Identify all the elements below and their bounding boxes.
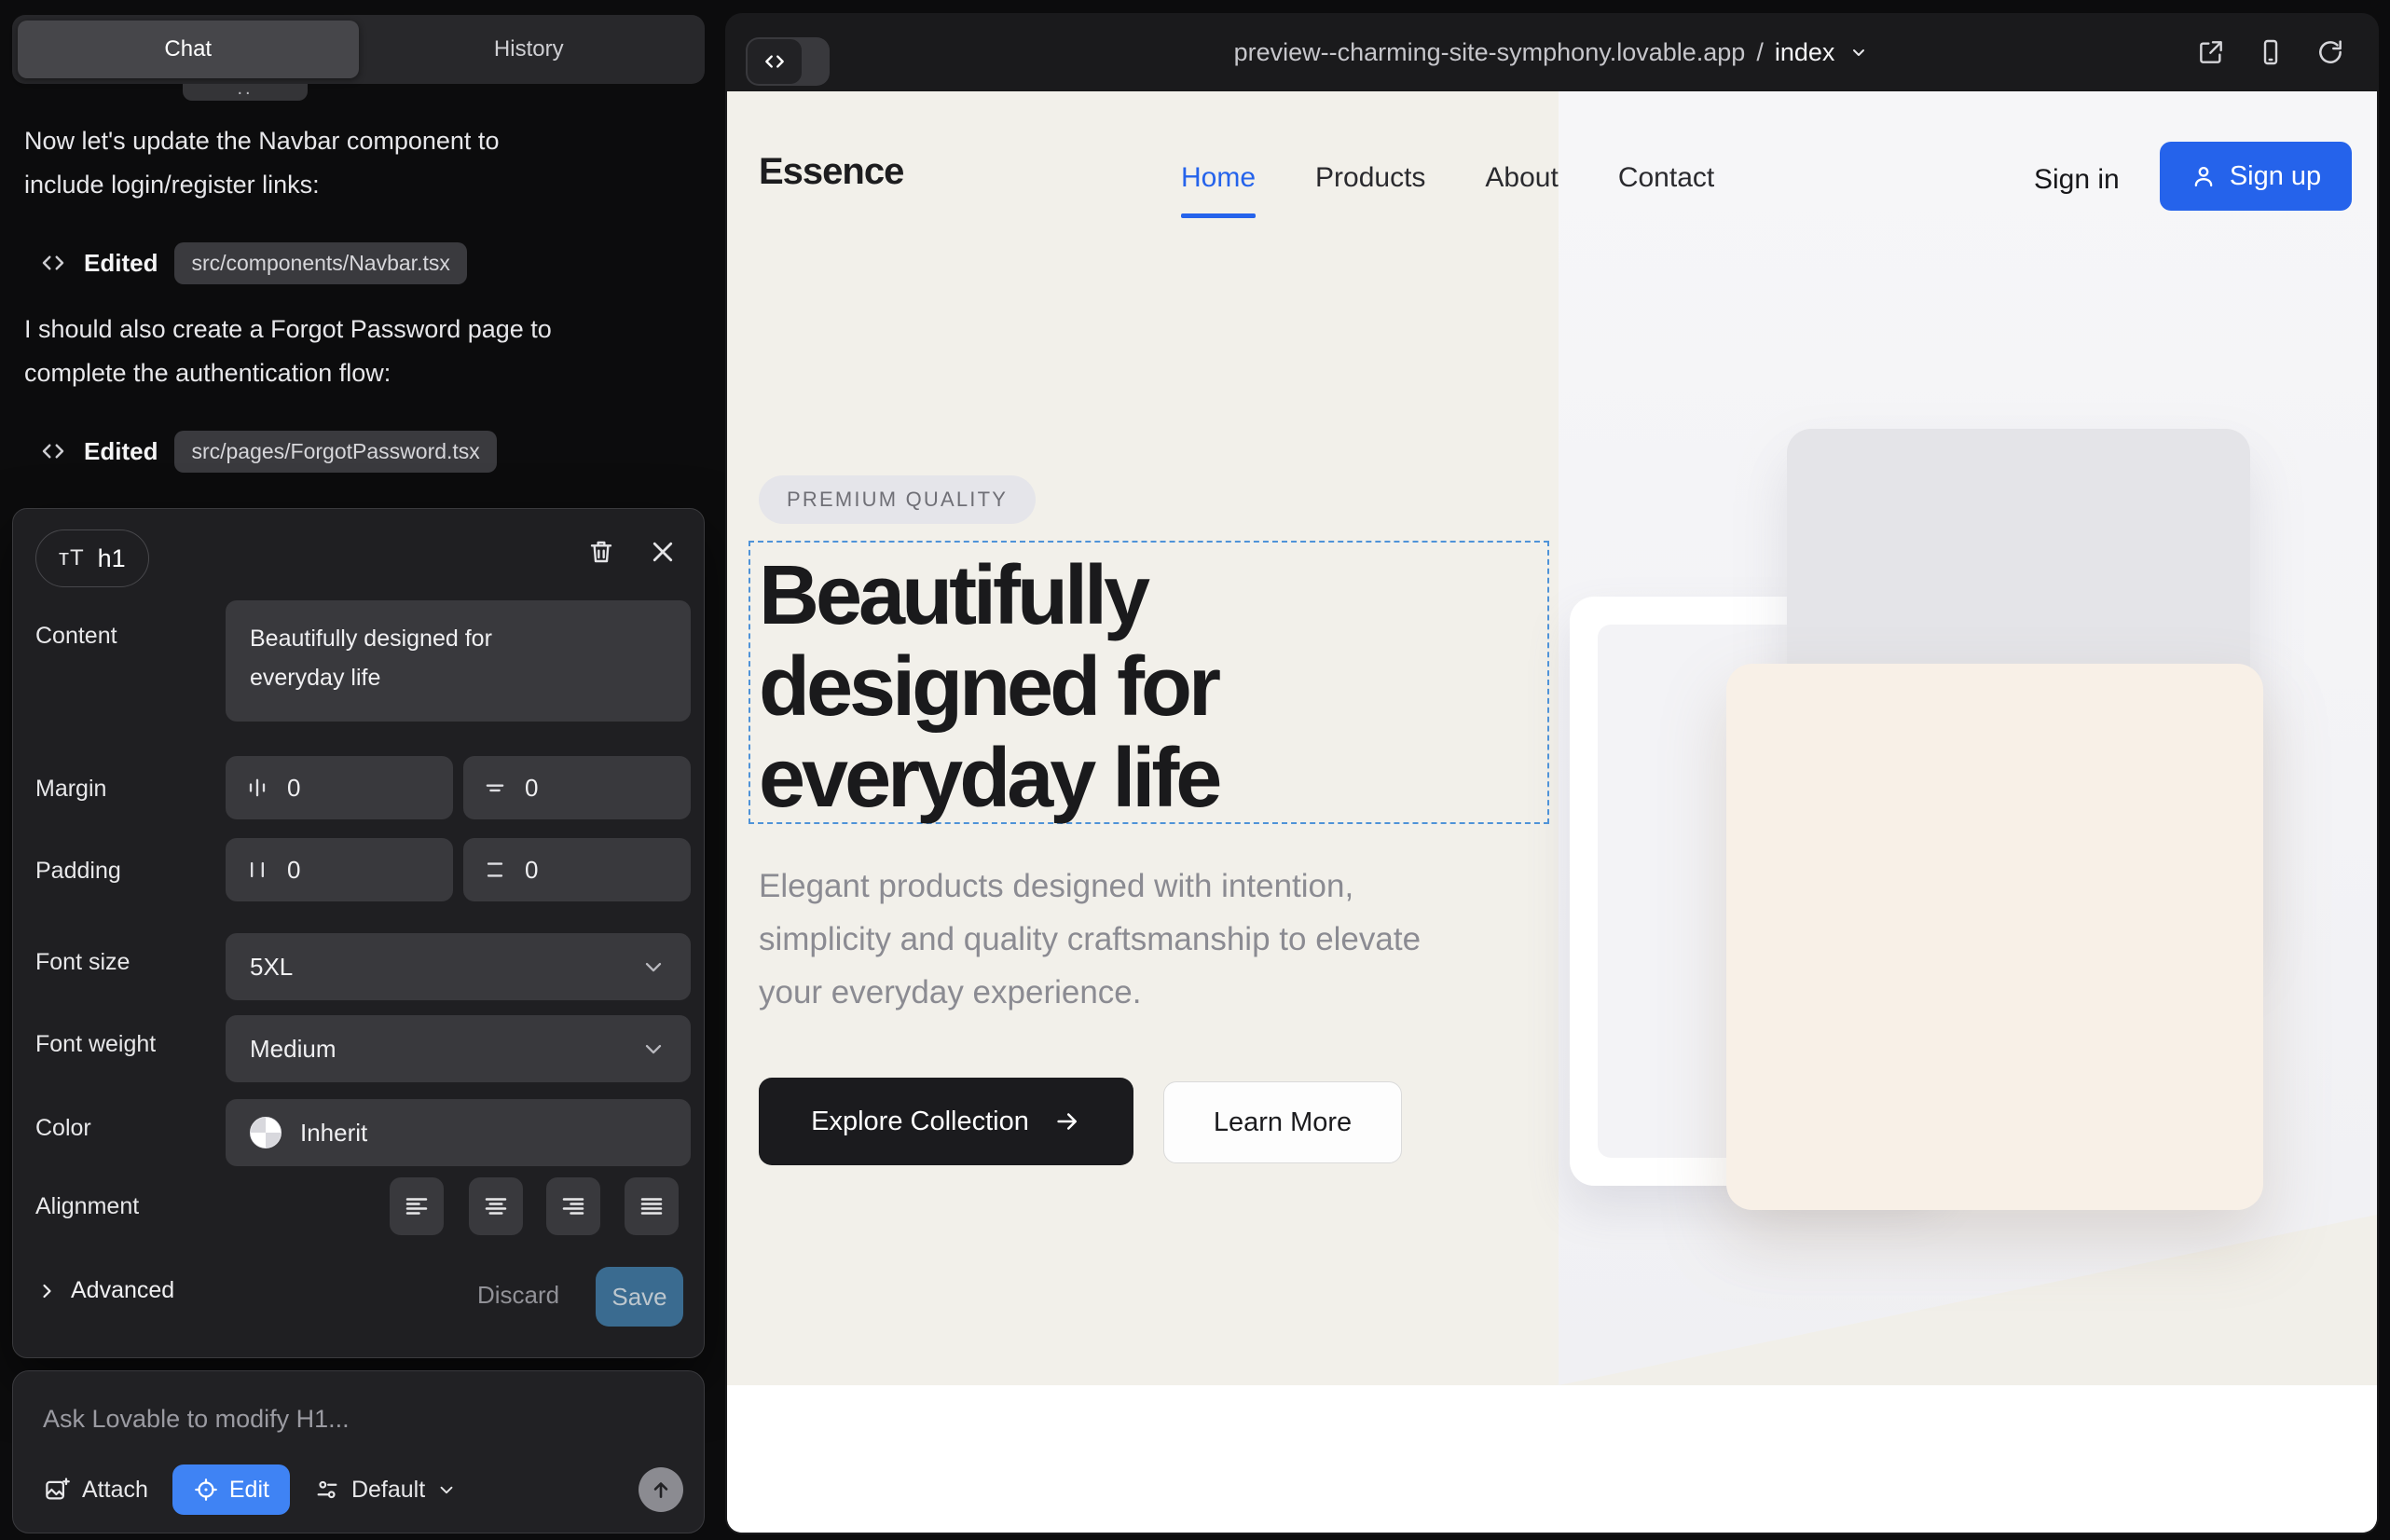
chevron-down-icon [640,954,666,980]
code-icon [39,249,67,277]
close-editor-button[interactable] [646,535,680,569]
trash-icon [586,537,616,567]
margin-label: Margin [35,776,106,803]
app-window: Chat History .. Now let's update the Nav… [0,0,2390,1540]
padding-x-icon [244,857,270,883]
font-weight-label: Font weight [35,1031,156,1058]
margin-x-input[interactable]: 0 [226,756,453,819]
color-swatch [250,1117,282,1148]
external-link-icon [2196,37,2226,67]
color-label: Color [35,1115,91,1142]
scrolled-file-chip: .. [183,84,308,101]
discard-button[interactable]: Discard [477,1281,559,1310]
chevron-down-icon [640,1036,666,1062]
mobile-icon [2256,37,2286,67]
nav-link-about[interactable]: About [1485,162,1558,194]
mobile-view-button[interactable] [2256,37,2286,67]
align-center-icon [482,1192,510,1220]
file-chip[interactable]: src/pages/ForgotPassword.tsx [174,431,496,473]
user-icon [2191,163,2217,189]
hero-paragraph: Elegant products designed with intention… [759,859,1467,1019]
edited-label: Edited [84,249,158,278]
attach-image-icon [43,1476,71,1504]
site-nav: Home Products About Contact [1181,162,1714,194]
sign-up-button[interactable]: Sign up [2160,142,2352,211]
url-domain: preview--charming-site-symphony.lovable.… [1234,38,1746,67]
sign-in-link[interactable]: Sign in [2034,164,2120,196]
chevron-down-icon [1847,41,1870,63]
chevron-down-icon [436,1479,457,1500]
tab-chat[interactable]: Chat [18,21,359,78]
content-input[interactable]: Beautifully designed for everyday life [226,600,691,722]
align-right-icon [559,1192,587,1220]
chat-message: Now let's update the Navbar component to… [24,119,584,207]
content-label: Content [35,623,117,650]
sliders-icon [314,1477,340,1503]
align-left-button[interactable] [390,1177,444,1235]
element-tag: h1 [98,544,126,573]
nav-link-contact[interactable]: Contact [1618,162,1714,194]
font-size-label: Font size [35,949,130,976]
font-size-select[interactable]: 5XL [226,933,691,1000]
delete-element-button[interactable] [584,535,618,569]
attach-button[interactable]: Attach [43,1476,148,1504]
chat-composer: Ask Lovable to modify H1... Attach Edit … [12,1370,705,1533]
file-chip[interactable]: src/components/Navbar.tsx [174,242,466,284]
model-default-select[interactable]: Default [314,1477,457,1504]
save-button[interactable]: Save [596,1267,683,1327]
margin-y-icon [482,775,508,801]
send-button[interactable] [639,1467,683,1512]
element-editor-panel: тT h1 Content Beautifully designed for e… [12,508,705,1358]
margin-y-input[interactable]: 0 [463,756,691,819]
edited-label: Edited [84,437,158,466]
edited-file-row[interactable]: Edited src/components/Navbar.tsx [39,239,467,287]
nav-link-home[interactable]: Home [1181,162,1256,194]
site-logo[interactable]: Essence [759,151,903,193]
refresh-icon [2315,37,2345,67]
hero-heading[interactable]: Beautifully designed for everyday life [759,550,1411,824]
advanced-toggle[interactable]: Advanced [35,1277,174,1304]
send-arrow-icon [649,1478,673,1502]
padding-label: Padding [35,858,121,885]
section-below-hero [727,1385,2377,1533]
color-select[interactable]: Inherit [226,1099,691,1166]
element-tag-pill[interactable]: тT h1 [35,529,149,587]
composer-input[interactable]: Ask Lovable to modify H1... [43,1405,350,1434]
decor-card-cream [1726,664,2263,1210]
align-justify-button[interactable] [625,1177,679,1235]
font-weight-select[interactable]: Medium [226,1015,691,1082]
edit-mode-button[interactable]: Edit [172,1464,290,1515]
preview-browser: preview--charming-site-symphony.lovable.… [725,13,2379,1534]
edit-target-icon [193,1477,219,1503]
explore-collection-button[interactable]: Explore Collection [759,1078,1133,1165]
edited-file-row[interactable]: Edited src/pages/ForgotPassword.tsx [39,427,497,475]
site-canvas: Essence Home Products About Contact Sign… [727,91,2377,1533]
align-left-icon [403,1192,431,1220]
premium-quality-badge: PREMIUM QUALITY [759,475,1036,524]
code-icon [39,437,67,465]
url-bar[interactable]: preview--charming-site-symphony.lovable.… [725,13,2379,91]
padding-y-icon [482,857,508,883]
type-icon: тT [59,545,85,571]
refresh-button[interactable] [2315,37,2345,67]
learn-more-button[interactable]: Learn More [1163,1081,1402,1163]
chat-message: I should also create a Forgot Password p… [24,308,621,395]
tab-history[interactable]: History [359,21,700,78]
align-center-button[interactable] [469,1177,523,1235]
arrow-right-icon [1053,1107,1081,1135]
align-right-button[interactable] [546,1177,600,1235]
open-external-button[interactable] [2196,37,2226,67]
padding-x-input[interactable]: 0 [226,838,453,901]
close-icon [649,538,677,566]
margin-x-icon [244,775,270,801]
nav-link-products[interactable]: Products [1315,162,1425,194]
alignment-label: Alignment [35,1193,139,1220]
url-page: index [1775,38,1835,67]
padding-y-input[interactable]: 0 [463,838,691,901]
chevron-right-icon [35,1280,58,1302]
align-justify-icon [638,1192,666,1220]
chat-history-tabbar: Chat History [12,15,705,84]
